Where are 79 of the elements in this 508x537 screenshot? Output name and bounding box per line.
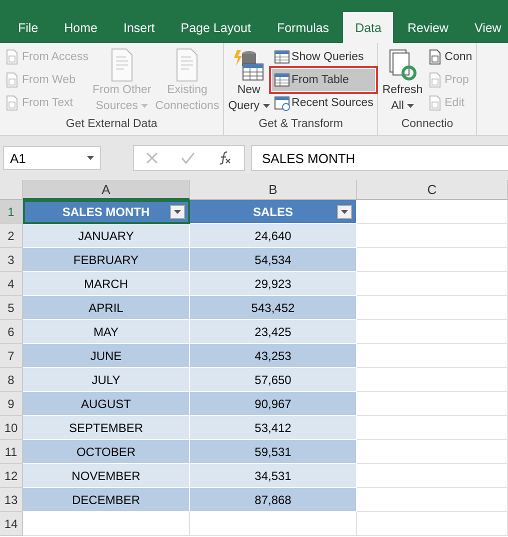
table-cell: 543,452 [190,296,357,320]
group-label: Connectio [400,118,454,132]
table-cell: JUNE [23,344,190,368]
row-header[interactable]: 10 [0,416,23,440]
formula-field[interactable]: SALES MONTH [251,145,508,171]
row-header[interactable]: 12 [0,464,23,488]
table-icon [274,72,290,88]
row-header[interactable]: 5 [0,296,23,320]
row-header[interactable]: 14 [0,512,23,536]
row-header[interactable]: 13 [0,488,23,512]
table-cell: 24,640 [190,224,357,248]
table-cell: FEBRUARY [23,248,190,272]
table-cell: APRIL [23,296,190,320]
table-cell: 59,531 [190,440,357,464]
filter-button[interactable] [170,205,185,219]
filter-button[interactable] [337,205,352,219]
ribbon-tab[interactable]: Insert [112,12,167,43]
ribbon-tab[interactable]: Formulas [264,12,342,43]
table-cell: SEPTEMBER [23,416,190,440]
database-table-icon [232,48,265,82]
table-header-cell[interactable]: SALES [190,200,357,224]
document-icon [4,49,20,65]
table-cell: 43,253 [190,344,357,368]
row-header[interactable]: 4 [0,272,23,296]
caret-icon [341,210,348,214]
column-header[interactable]: A [23,180,190,200]
document-icon [426,49,443,65]
check-icon[interactable] [180,152,195,164]
table-cell: 29,923 [190,272,357,296]
caret-icon [87,156,94,160]
table-cell: 54,534 [190,248,357,272]
name-box[interactable]: A1 [3,146,101,170]
column-header[interactable]: B [190,180,357,200]
ribbon-tab[interactable]: View [462,12,508,43]
document-icon [426,72,443,88]
ribbon-tab[interactable]: Data [343,12,394,43]
table-cell: MAY [23,320,190,344]
table-cell: AUGUST [23,392,190,416]
table-cell: 87,868 [190,488,357,512]
row-header[interactable]: 6 [0,320,23,344]
caret-icon [174,210,181,214]
table-cell: 57,650 [190,368,357,392]
table-icon [274,49,290,65]
refresh-icon [386,48,418,82]
table-icon [274,95,290,111]
ribbon-button[interactable]: From Table [272,69,376,91]
table-cell: 23,425 [190,320,357,344]
document-icon [4,95,20,111]
table-header-cell[interactable]: SALES MONTH [23,200,190,224]
row-header[interactable]: 8 [0,368,23,392]
table-cell: DECEMBER [23,488,190,512]
ribbon-tab[interactable]: Home [52,12,110,43]
document-icon [4,72,20,88]
function-icon[interactable] [218,151,232,165]
group-label: Get External Data [64,118,158,132]
ribbon-button[interactable]: Recent Sources [272,92,376,114]
table-cell: NOVEMBER [23,464,190,488]
table-cell: OCTOBER [23,440,190,464]
table-cell: JULY [23,368,190,392]
table-cell: JANUARY [23,224,190,248]
table-cell: 53,412 [190,416,357,440]
group-label: Get & Transform [258,118,344,132]
ribbon-tab[interactable]: Page Layout [168,12,263,43]
ribbon-tab[interactable]: Review [395,12,460,43]
row-header[interactable]: 3 [0,248,23,272]
document-icon [426,95,443,111]
ribbon-button[interactable]: Refresh All [380,46,425,118]
ribbon-button[interactable]: Conn [424,46,474,68]
table-cell: MARCH [23,272,190,296]
row-header[interactable]: 1 [0,200,23,224]
table-cell: 34,531 [190,464,357,488]
ribbon-button[interactable]: New Query [226,46,272,118]
row-header[interactable]: 2 [0,224,23,248]
table-cell: 90,967 [190,392,357,416]
row-header[interactable]: 11 [0,440,23,464]
column-header[interactable]: C [357,180,508,200]
ribbon-tab[interactable]: File [6,12,50,43]
row-header[interactable]: 7 [0,344,23,368]
row-header[interactable]: 9 [0,392,23,416]
